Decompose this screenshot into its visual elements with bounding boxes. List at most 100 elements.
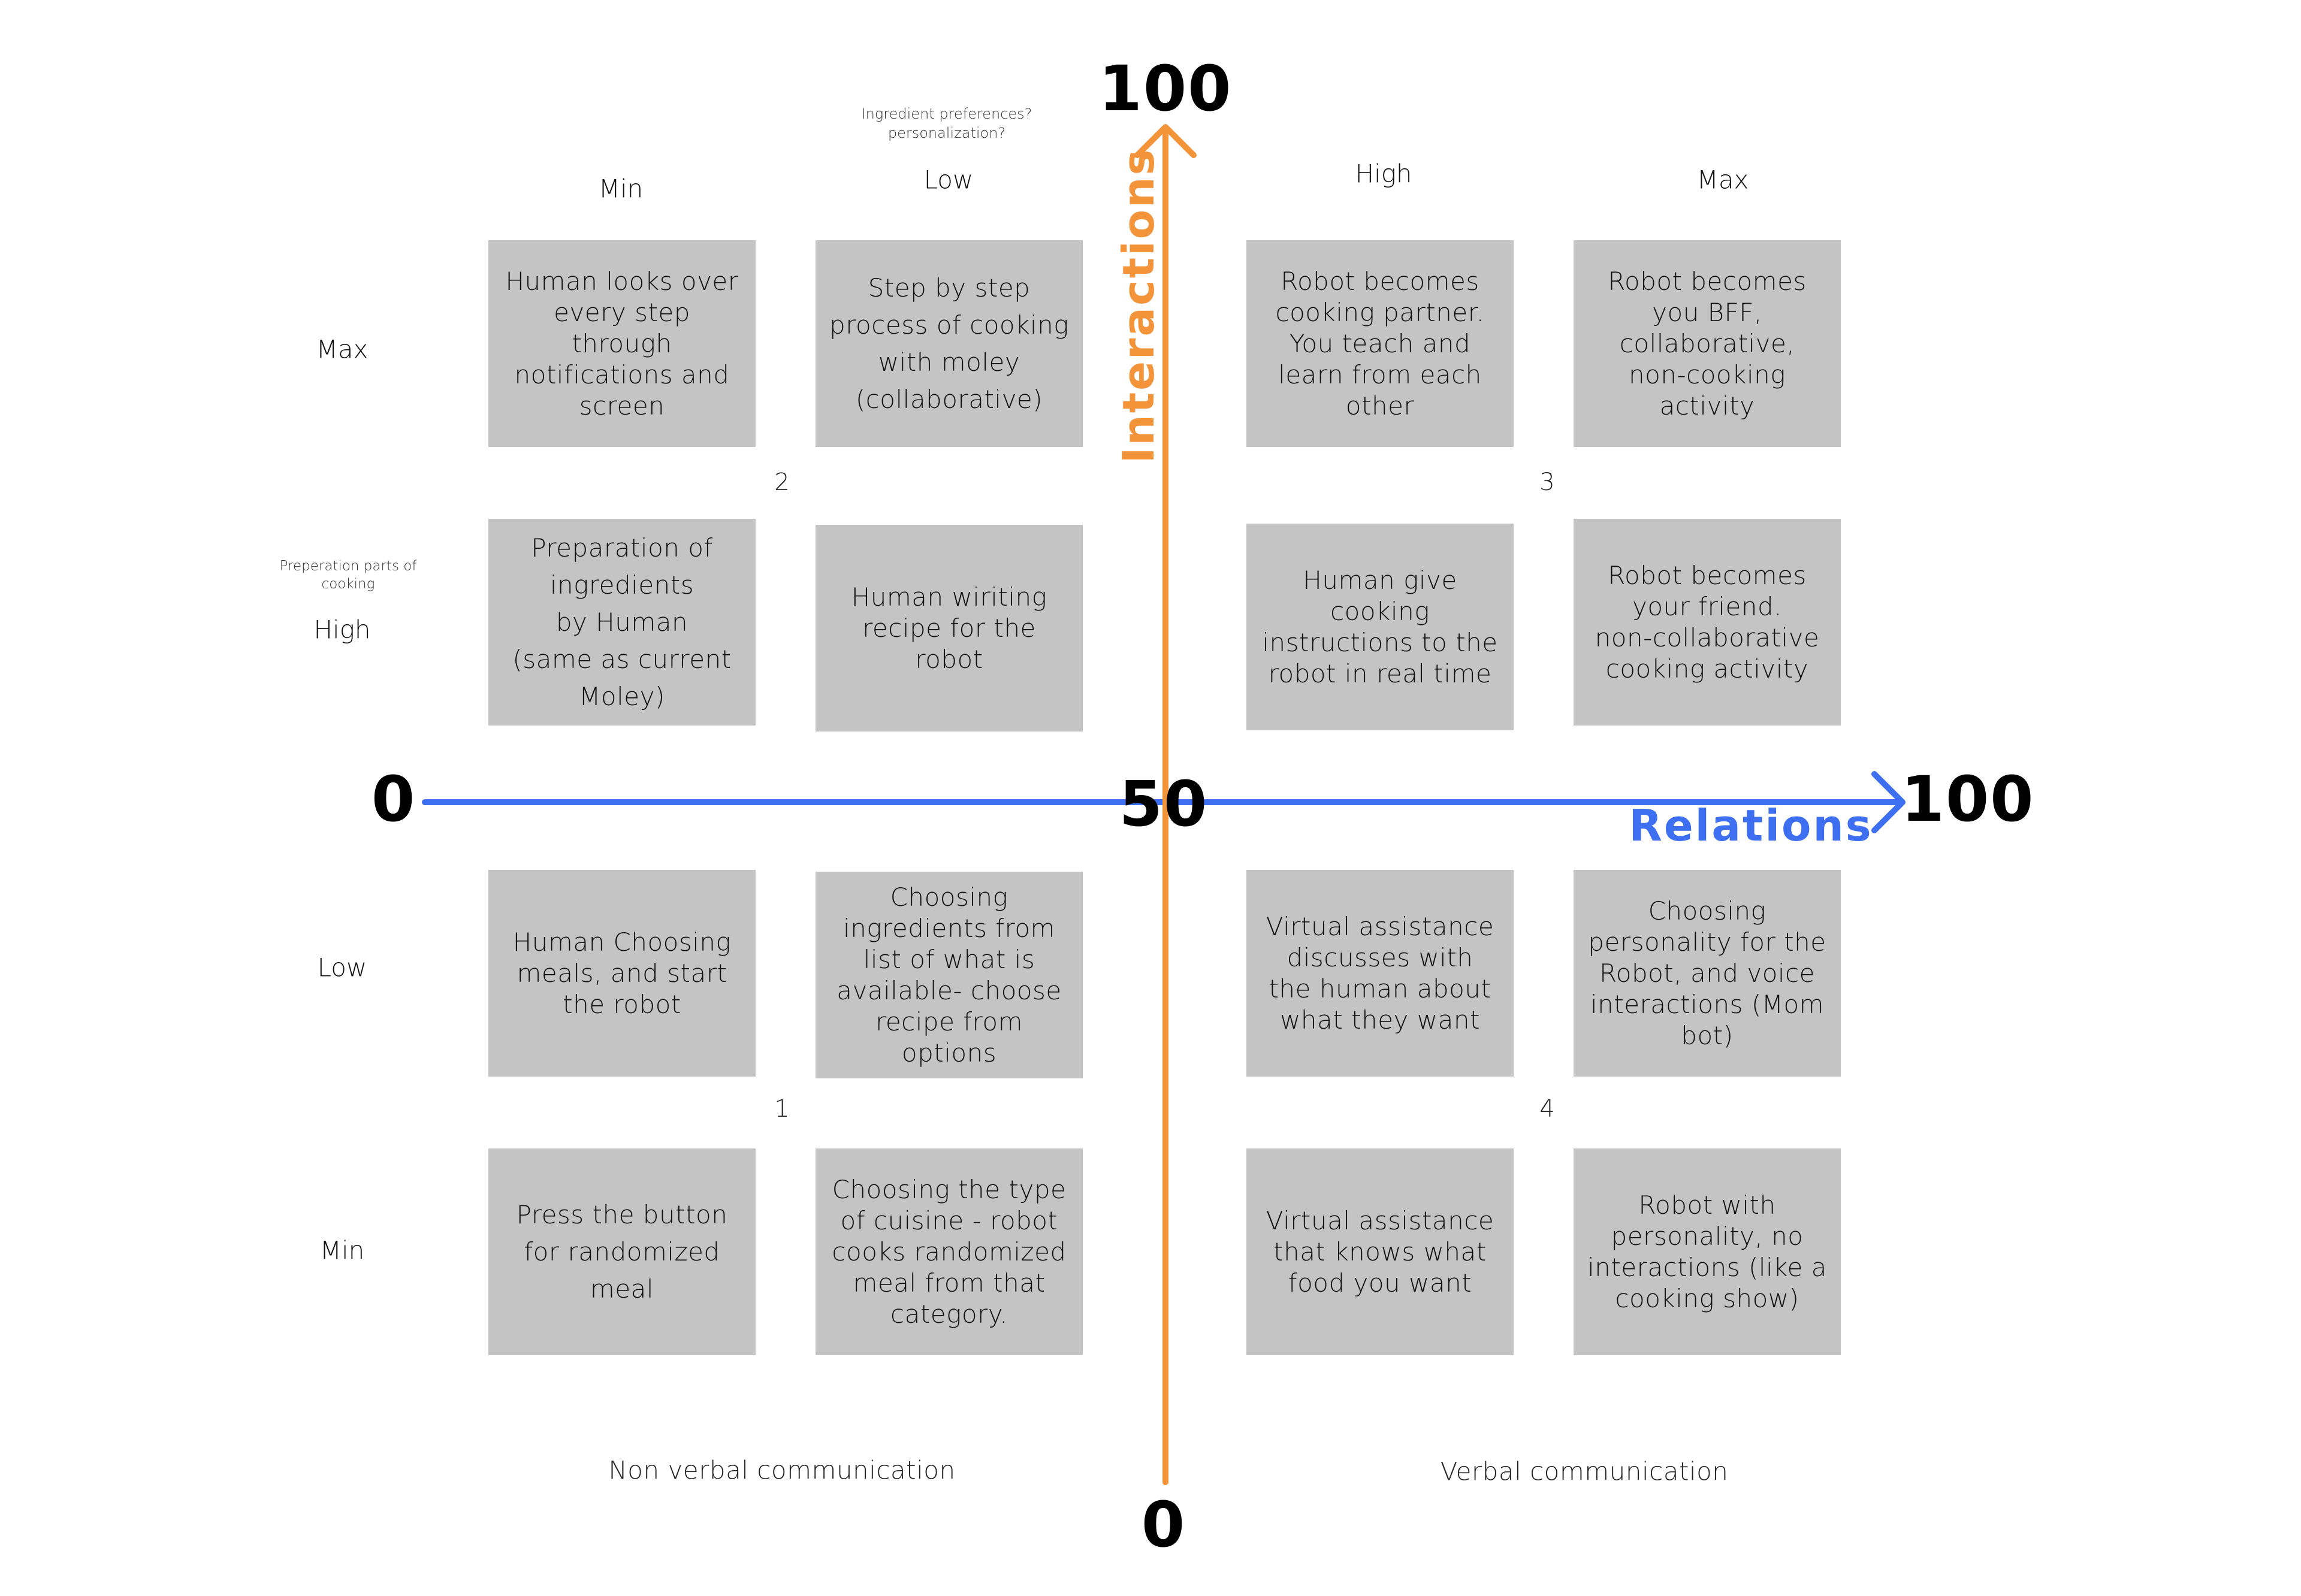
row-label-max: Max xyxy=(316,334,369,364)
concept-card-r3-c1: Human Choosing meals, and start the robot xyxy=(488,870,756,1077)
concept-card-r3-c4: Choosing personality for the Robot, and vo… xyxy=(1574,870,1841,1077)
card-text-line: Robot becomes xyxy=(1608,560,1807,590)
concept-card-text: Choosing the type of cuisine - robot cooks… xyxy=(832,1174,1066,1330)
card-text-line: (collaborative) xyxy=(855,384,1043,414)
concept-card-r3-c2: Choosing ingredients from list of what is a… xyxy=(816,872,1083,1078)
card-text-line: screen xyxy=(579,391,665,421)
card-text-line: Preparation of xyxy=(531,533,713,563)
card-text-line: cooking activity xyxy=(1605,654,1809,684)
concept-card-text: Virtual assistance discusses with the huma… xyxy=(1266,911,1494,1036)
card-text-line: Step by step xyxy=(868,273,1031,303)
card-text-line: Choosing xyxy=(890,882,1008,912)
card-text-line: food you want xyxy=(1288,1268,1472,1298)
row-label-high: High xyxy=(313,615,371,645)
card-text-line: meal xyxy=(590,1274,654,1304)
card-text-line: ingredients from xyxy=(843,913,1055,943)
card-text-line: instructions to the xyxy=(1262,627,1498,657)
concept-card-text: Choosing personality for the Robot, and vo… xyxy=(1588,896,1826,1051)
card-text-line: notifications and xyxy=(514,359,730,389)
card-text-line: recipe from xyxy=(875,1006,1023,1036)
card-text-line: Human Choosing xyxy=(512,927,732,957)
card-text-line: Robot becomes xyxy=(1281,266,1479,296)
card-text-line: cooking partner. xyxy=(1275,297,1485,327)
relations-max-label: 100 xyxy=(1901,763,2035,836)
concept-card-text: Human looks over every step through notific… xyxy=(505,266,738,422)
card-text-line: cooking show) xyxy=(1615,1283,1799,1313)
verbal-communication-label: Verbal communication xyxy=(1440,1456,1729,1486)
card-text-line: other xyxy=(1345,391,1415,421)
card-text-line: non-collaborative xyxy=(1595,622,1820,652)
card-text-line: cooks randomized xyxy=(832,1237,1067,1266)
concept-card-r1-c4: Robot becomes you BFF, collaborative, non-c… xyxy=(1574,240,1841,447)
concept-card-r4-c3: Virtual assistance that knows what food yo… xyxy=(1246,1148,1514,1355)
concept-card-text: Virtual assistance that knows what food yo… xyxy=(1266,1205,1494,1299)
concept-card-text: Preparation of ingredients by Human (same a… xyxy=(512,530,731,715)
card-text-line: Virtual assistance xyxy=(1266,1205,1494,1235)
card-text-line: you BFF, xyxy=(1652,297,1762,327)
concept-card-r2-c3: Human give cooking instructions to the robo… xyxy=(1246,524,1514,730)
card-text-line: meals, and start xyxy=(517,958,727,988)
card-text-line: learn from each xyxy=(1278,359,1482,389)
concept-card-text: Press the button for randomized meal xyxy=(517,1196,728,1308)
card-text-line: that knows what xyxy=(1273,1237,1487,1266)
center-label: 50 xyxy=(1119,767,1209,841)
card-text-line: meal from that xyxy=(853,1268,1046,1298)
column-label-max: Max xyxy=(1696,165,1749,195)
card-text-line: interactions (Mom xyxy=(1590,989,1825,1019)
concept-card-text: Robot with personality, no interactions (l… xyxy=(1587,1190,1827,1314)
quadrant-number-1: 1 xyxy=(774,1095,790,1123)
concept-card-r4-c4: Robot with personality, no interactions (l… xyxy=(1574,1148,1841,1355)
concept-card-r1-c2: Step by step process of cooking with moley… xyxy=(816,240,1083,447)
card-text-line: through xyxy=(572,328,672,358)
non-verbal-communication-label: Non verbal communication xyxy=(608,1455,956,1485)
card-text-line: Human looks over xyxy=(505,266,739,296)
concept-card-text: Step by step process of cooking with moley… xyxy=(829,270,1069,418)
card-text-line: interactions (like a xyxy=(1587,1252,1827,1282)
relations-arrowhead-icon xyxy=(1871,771,1906,833)
card-text-line: Human give xyxy=(1303,565,1457,595)
concept-card-r4-c2: Choosing the type of cuisine - robot cooks… xyxy=(816,1148,1083,1355)
concept-card-text: Human wiriting recipe for the robot xyxy=(825,582,1073,675)
row-label-min: Min xyxy=(319,1235,365,1265)
card-text-line: by Human xyxy=(555,607,689,637)
card-text-line: collaborative, xyxy=(1619,328,1795,358)
concept-card-r4-c1: Press the button for randomized meal xyxy=(488,1148,756,1355)
column-low-note: Ingredient preferences? personalization? xyxy=(862,104,1032,143)
card-text-line: recipe for the robot xyxy=(862,613,1036,674)
card-text-line: for randomized xyxy=(524,1237,720,1266)
card-text-line: Robot becomes xyxy=(1608,266,1807,296)
note-line: personalization? xyxy=(887,125,1006,141)
card-text-line: the human about xyxy=(1269,974,1491,1003)
card-text-line: available- choose xyxy=(837,975,1062,1005)
relations-axis-title: Relations xyxy=(1629,800,1873,851)
card-text-line: personality, no xyxy=(1611,1221,1804,1251)
concept-card-r2-c1: Preparation of ingredients by Human (same a… xyxy=(488,519,756,726)
relations-min-label: 0 xyxy=(371,763,416,836)
column-label-high: High xyxy=(1355,159,1412,189)
concept-card-text: Robot becomes you BFF, collaborative, non-c… xyxy=(1608,266,1807,422)
card-text-line: Choosing the type xyxy=(832,1174,1067,1204)
card-text-line: process of cooking xyxy=(829,310,1069,340)
card-text-line: You teach and xyxy=(1289,328,1471,358)
concept-card-r2-c2: Human wiriting recipe for the robot xyxy=(816,525,1083,732)
card-text-line: of cuisine - robot xyxy=(840,1205,1058,1235)
card-text-line: bot) xyxy=(1681,1020,1734,1050)
concept-card-r1-c3: Robot becomes cooking partner. You teach a… xyxy=(1246,240,1514,447)
card-text-line: Moley) xyxy=(579,681,665,711)
concept-card-r2-c4: Robot becomes your friend. non-collaborati… xyxy=(1574,519,1841,726)
card-text-line: Press the button xyxy=(516,1199,728,1229)
concept-card-text: Human give cooking instructions to the robo… xyxy=(1262,565,1497,690)
card-text-line: the robot xyxy=(563,989,681,1019)
concept-card-text: Choosing ingredients from list of what is a… xyxy=(837,882,1061,1069)
card-text-line: Virtual assistance xyxy=(1266,911,1494,941)
row-label-low: Low xyxy=(317,953,367,983)
card-text-line: options xyxy=(901,1038,997,1068)
note-line: Preperation parts of xyxy=(279,558,417,574)
card-text-line: your friend. xyxy=(1632,591,1782,621)
card-text-line: Robot with xyxy=(1638,1190,1776,1220)
card-text-line: (same as current xyxy=(512,644,732,674)
card-text-line: every step xyxy=(554,297,690,327)
column-label-min: Min xyxy=(598,174,644,204)
row-high-note: Preperation parts of cooking xyxy=(280,557,417,593)
card-text-line: robot in real time xyxy=(1268,658,1492,688)
